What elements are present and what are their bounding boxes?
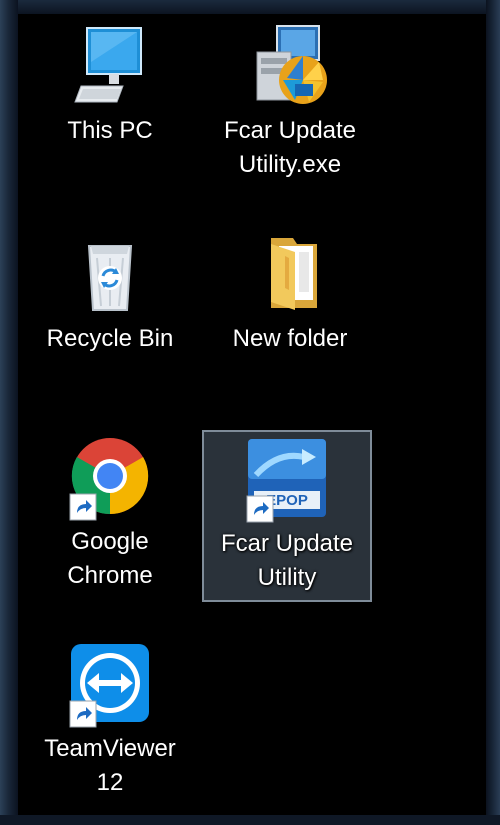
- icon-label-fcar-update-utility-exe: Fcar Update Utility.exe: [223, 117, 357, 178]
- chrome-icon: [67, 433, 153, 521]
- icon-label-google-chrome: Google Chrome: [67, 528, 153, 589]
- desktop-icon-recycle-bin[interactable]: Recycle Bin: [25, 230, 195, 356]
- desktop-icon-this-pc[interactable]: This PC: [25, 22, 195, 148]
- desktop-icon-fcar-update-utility[interactable]: EPOP Fcar Update Utility: [202, 430, 372, 602]
- icon-label-teamviewer: TeamViewer 12: [44, 735, 176, 796]
- desktop-icon-fcar-update-utility-exe[interactable]: Fcar Update Utility.exe: [205, 22, 375, 182]
- icon-label-this-pc: This PC: [67, 117, 153, 144]
- computer-icon: [67, 22, 153, 108]
- teamviewer-icon: [67, 640, 153, 728]
- wallpaper-edge-left: [0, 0, 18, 825]
- wallpaper-edge-bottom: [0, 815, 500, 825]
- shortcut-arrow-icon: [246, 495, 274, 523]
- desktop: This PC Fcar Update Utility.exe Recycle …: [0, 0, 500, 825]
- desktop-icon-new-folder[interactable]: New folder: [205, 230, 375, 356]
- icon-label-new-folder: New folder: [232, 325, 348, 352]
- folder-icon: [247, 230, 333, 316]
- wallpaper-edge-top: [0, 0, 500, 14]
- icon-label-recycle-bin: Recycle Bin: [46, 325, 174, 352]
- installer-icon: [247, 22, 333, 108]
- desktop-icon-teamviewer[interactable]: TeamViewer 12: [25, 640, 195, 800]
- desktop-icon-google-chrome[interactable]: Google Chrome: [25, 433, 195, 593]
- recycle-bin-icon: [67, 230, 153, 316]
- wallpaper-edge-right: [486, 0, 500, 825]
- icon-label-fcar-update-utility: Fcar Update Utility: [220, 530, 354, 591]
- shortcut-arrow-icon: [69, 700, 97, 728]
- shortcut-arrow-icon: [69, 493, 97, 521]
- fcar-icon: EPOP: [244, 435, 330, 523]
